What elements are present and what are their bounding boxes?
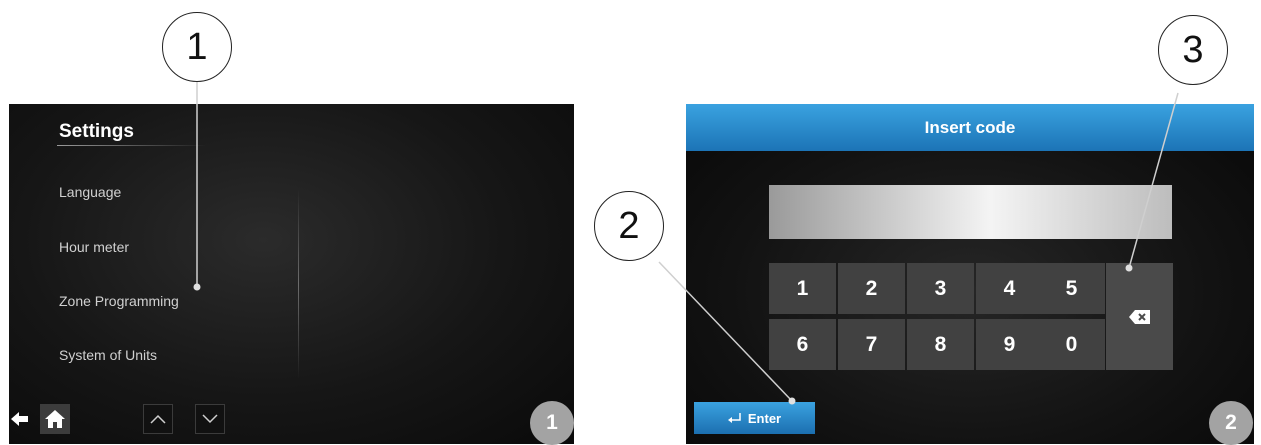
callout-2: 2 [594, 191, 664, 261]
callout-1: 1 [162, 12, 232, 82]
callout-3: 3 [1158, 15, 1228, 85]
